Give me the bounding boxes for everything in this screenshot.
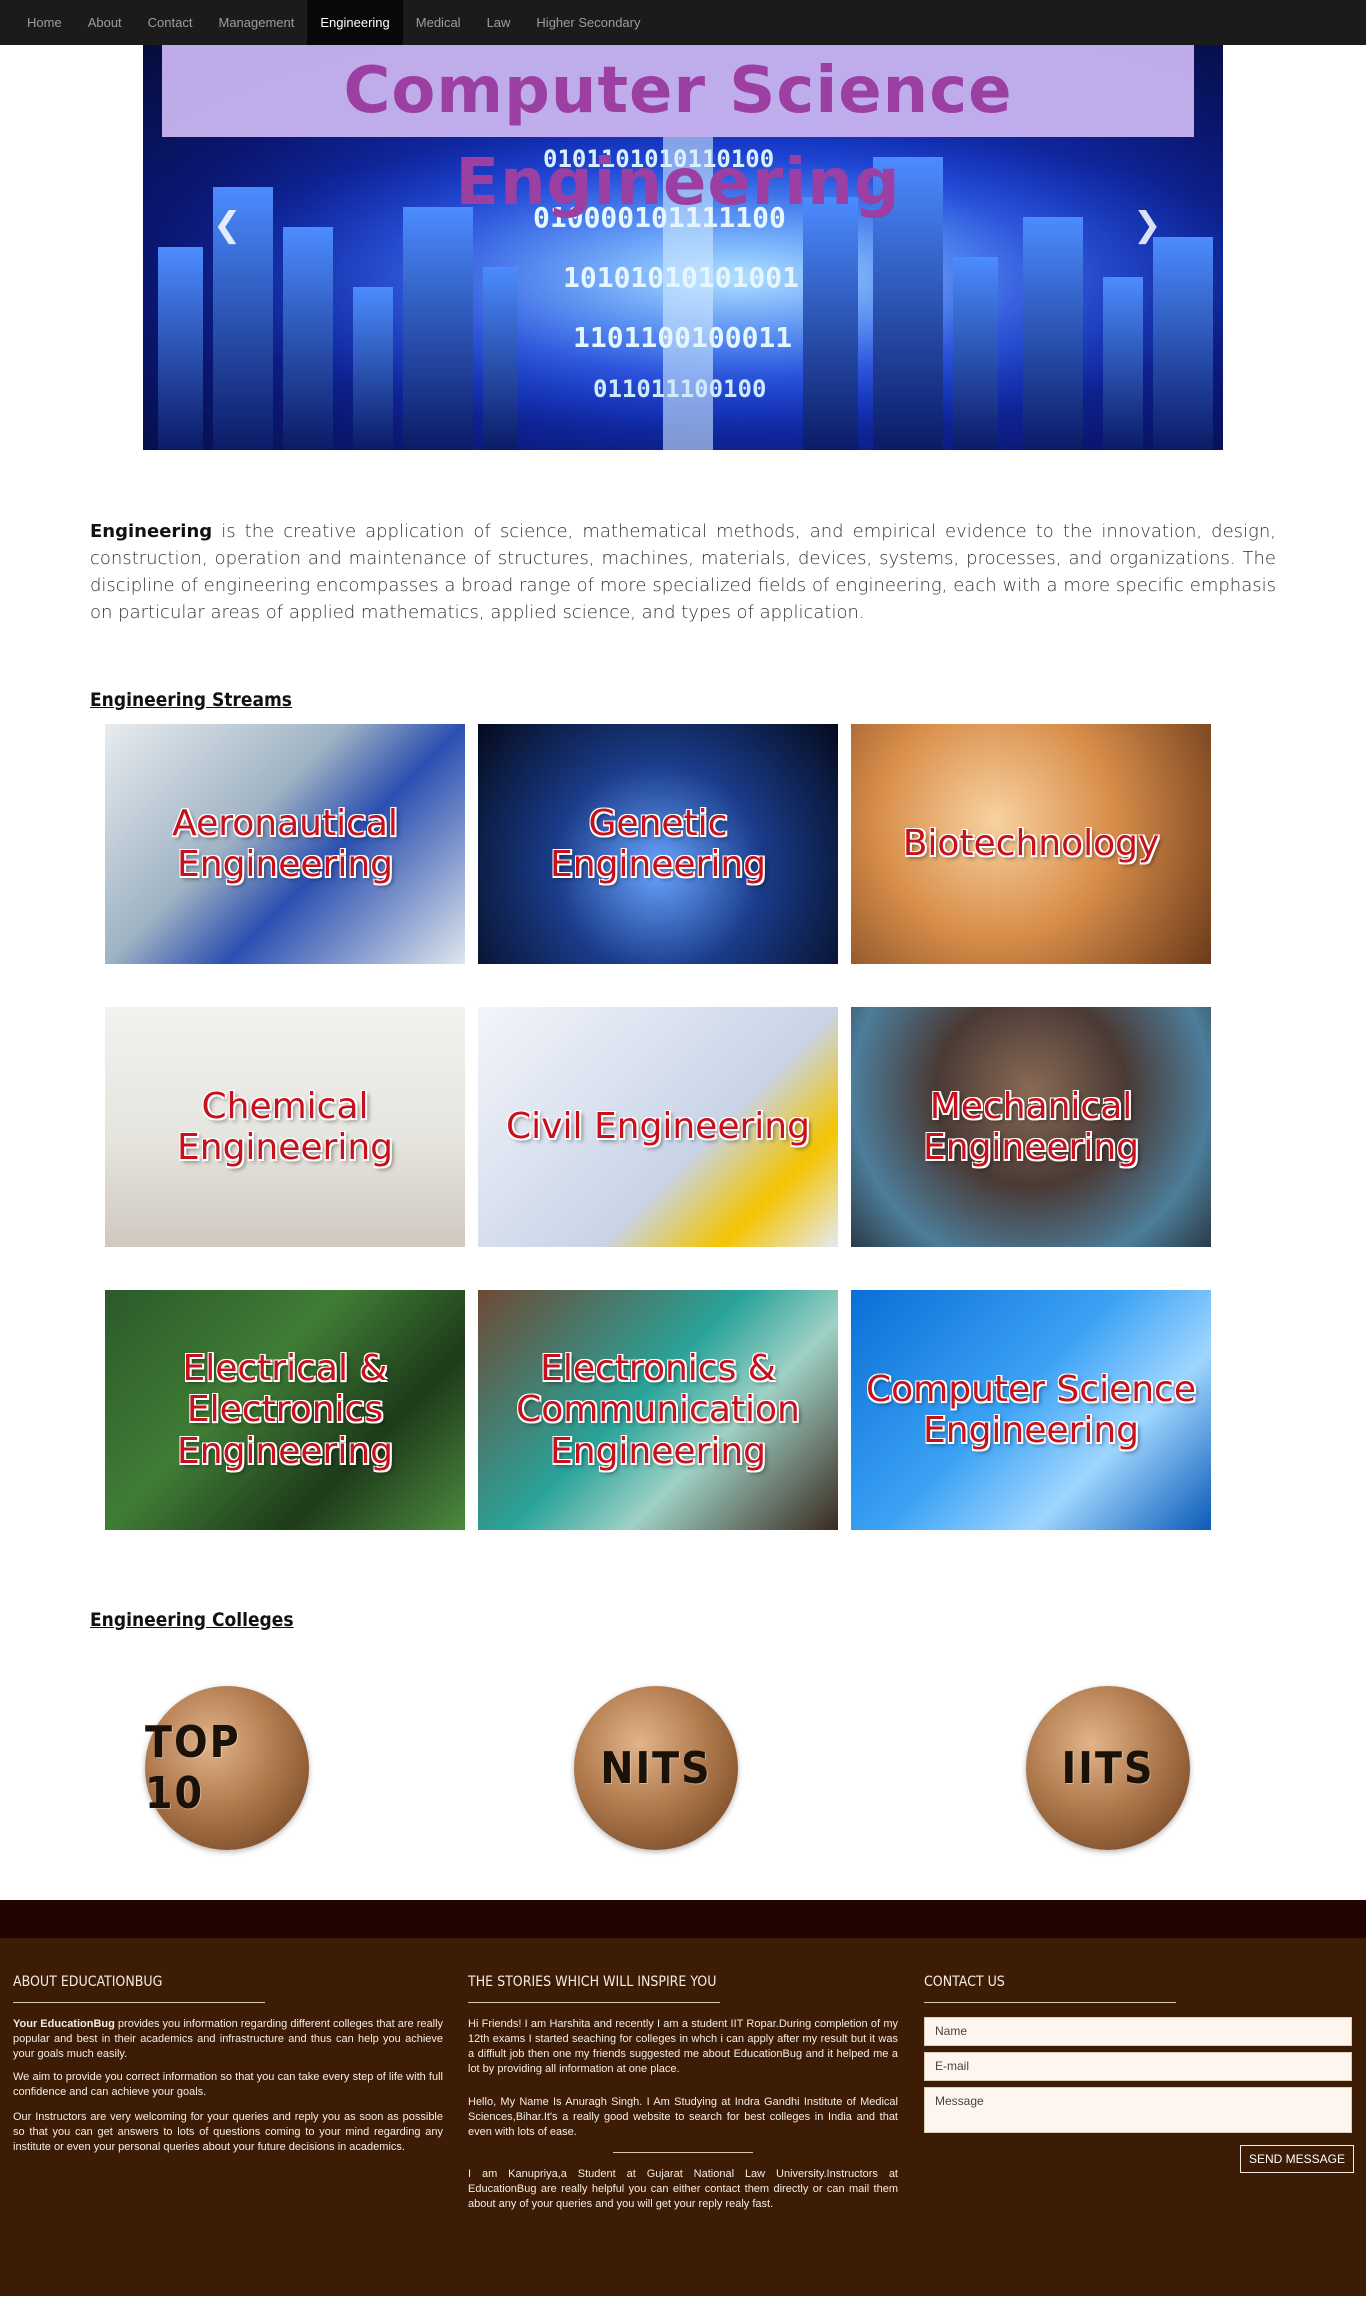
stream-card[interactable]: Civil Engineering bbox=[478, 1007, 838, 1247]
about-p3: Our Instructors are very welcoming for y… bbox=[13, 2111, 443, 2153]
stream-card-label: Civil Engineering bbox=[506, 1106, 810, 1148]
engineering-intro: Engineering is the creative application … bbox=[90, 518, 1276, 626]
streams-heading: Engineering Streams bbox=[90, 689, 292, 711]
message-textarea[interactable]: Message bbox=[924, 2087, 1352, 2133]
about-p1: Your EducationBug provides you informati… bbox=[13, 2017, 443, 2062]
stream-card[interactable]: Genetic Engineering bbox=[478, 724, 838, 964]
nav-item-home[interactable]: Home bbox=[14, 0, 75, 45]
divider bbox=[468, 2002, 720, 2003]
intro-lead: Engineering bbox=[90, 521, 213, 542]
college-label: NITS bbox=[600, 1742, 712, 1794]
svg-text:10101010101001: 10101010101001 bbox=[563, 261, 799, 294]
contact-heading: CONTACT US bbox=[924, 1974, 1005, 1990]
stream-card[interactable]: Electrical & Electronics Engineering bbox=[105, 1290, 465, 1530]
carousel-next-button[interactable]: ❯ bbox=[1133, 205, 1162, 245]
divider bbox=[613, 2152, 753, 2153]
stream-card-label: Electrical & Electronics Engineering bbox=[177, 1347, 393, 1472]
story-1: Hi Friends! I am Harshita and recently I… bbox=[468, 2018, 898, 2075]
college-link[interactable]: NITS bbox=[574, 1686, 738, 1850]
stream-card-label: Mechanical Engineering bbox=[923, 1085, 1139, 1168]
nav-item-contact[interactable]: Contact bbox=[135, 0, 206, 45]
stream-card-label: Chemical Engineering bbox=[177, 1085, 393, 1168]
intro-text: is the creative application of science, … bbox=[90, 521, 1276, 623]
stories-heading: THE STORIES WHICH WILL INSPIRE YOU bbox=[468, 1974, 717, 1990]
divider bbox=[13, 2002, 265, 2003]
chevron-left-icon: ❮ bbox=[213, 206, 242, 244]
about-lead: Your EducationBug bbox=[13, 2018, 115, 2030]
chevron-right-icon: ❯ bbox=[1133, 206, 1162, 244]
stream-card-label: Computer Science Engineering bbox=[866, 1368, 1196, 1451]
email-input[interactable]: E-mail bbox=[924, 2052, 1352, 2081]
college-label: TOP 10 bbox=[145, 1717, 241, 1819]
nav-item-law[interactable]: Law bbox=[474, 0, 524, 45]
stream-card[interactable]: Computer Science Engineering bbox=[851, 1290, 1211, 1530]
nav-item-engineering[interactable]: Engineering bbox=[307, 0, 403, 45]
name-input[interactable]: Name bbox=[924, 2017, 1352, 2046]
hero-title: Computer Science Engineering bbox=[343, 54, 1013, 220]
page-bottom-strip bbox=[0, 2296, 1366, 2304]
colleges-heading: Engineering Colleges bbox=[90, 1609, 294, 1631]
nav-item-higher-secondary[interactable]: Higher Secondary bbox=[523, 0, 653, 45]
svg-text:011011100100: 011011100100 bbox=[593, 375, 766, 403]
footer-contact: CONTACT US Name E-mail Message SEND MESS… bbox=[924, 1974, 1354, 2173]
footer-about: ABOUT EDUCATIONBUG Your EducationBug pro… bbox=[13, 1974, 443, 2163]
stream-card[interactable]: Biotechnology bbox=[851, 724, 1211, 964]
nav-item-medical[interactable]: Medical bbox=[403, 0, 474, 45]
college-label: IITS bbox=[1061, 1742, 1155, 1794]
about-p2: We aim to provide you correct informatio… bbox=[13, 2071, 443, 2098]
footer-top-band bbox=[0, 1900, 1366, 1938]
hero-carousel: 0101101010110100 010000101111100 1010101… bbox=[143, 45, 1223, 450]
stream-card[interactable]: Aeronautical Engineering bbox=[105, 724, 465, 964]
nav-item-management[interactable]: Management bbox=[205, 0, 307, 45]
stream-card-label: Electronics & Communication Engineering bbox=[516, 1347, 800, 1472]
footer: ABOUT EDUCATIONBUG Your EducationBug pro… bbox=[0, 1938, 1366, 2296]
stream-card-label: Genetic Engineering bbox=[550, 802, 766, 885]
stream-card-label: Biotechnology bbox=[902, 823, 1160, 865]
story-2: Hello, My Name Is Anuragh Singh. I Am St… bbox=[468, 2096, 898, 2138]
divider bbox=[924, 2002, 1176, 2003]
stream-card[interactable]: Mechanical Engineering bbox=[851, 1007, 1211, 1247]
send-message-button[interactable]: SEND MESSAGE bbox=[1240, 2145, 1354, 2173]
story-3: I am Kanupriya,a Student at Gujarat Nati… bbox=[468, 2168, 898, 2210]
carousel-prev-button[interactable]: ❮ bbox=[213, 205, 242, 245]
svg-text:1101100100011: 1101100100011 bbox=[573, 321, 792, 354]
college-link[interactable]: TOP 10 bbox=[145, 1686, 309, 1850]
stream-card[interactable]: Electronics & Communication Engineering bbox=[478, 1290, 838, 1530]
footer-stories: THE STORIES WHICH WILL INSPIRE YOU Hi Fr… bbox=[468, 1974, 898, 2220]
nav-item-about[interactable]: About bbox=[75, 0, 135, 45]
about-heading: ABOUT EDUCATIONBUG bbox=[13, 1974, 163, 1990]
top-navbar: Home About Contact Management Engineering Med… bbox=[0, 0, 1366, 45]
college-link[interactable]: IITS bbox=[1026, 1686, 1190, 1850]
stream-card[interactable]: Chemical Engineering bbox=[105, 1007, 465, 1247]
stream-card-label: Aeronautical Engineering bbox=[172, 802, 398, 885]
